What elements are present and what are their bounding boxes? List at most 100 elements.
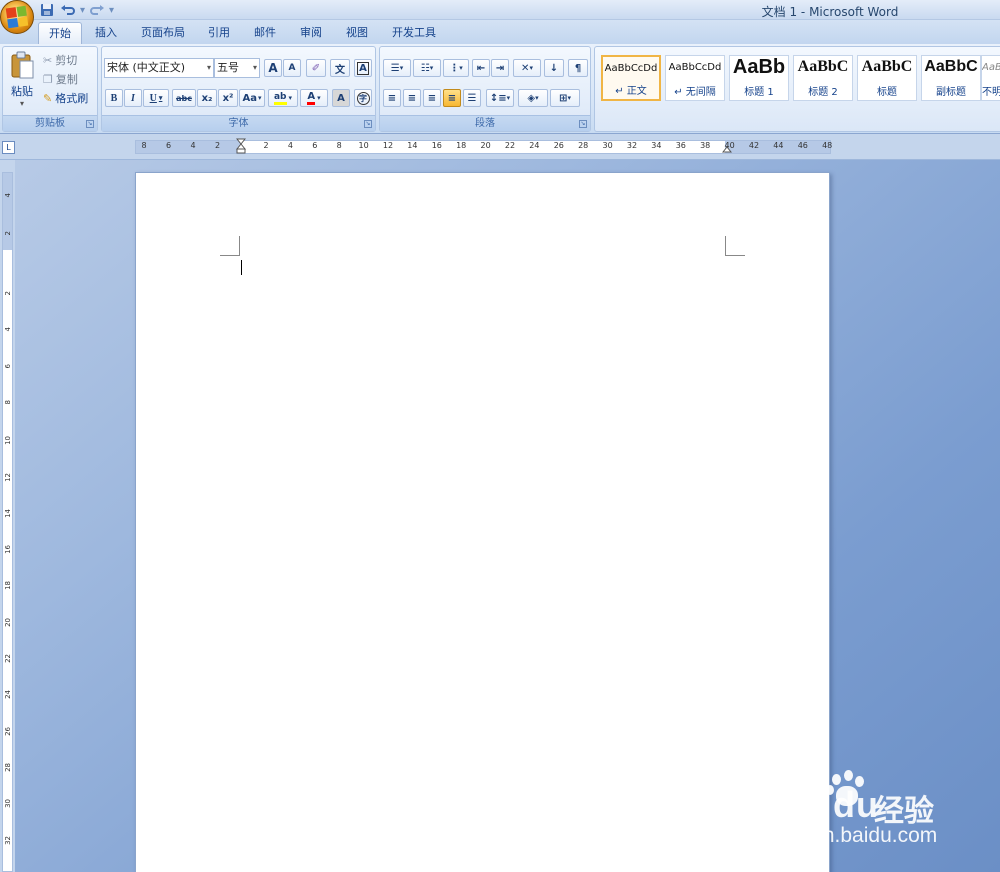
increase-indent-button[interactable]: ⇥ <box>491 59 509 77</box>
show-marks-button[interactable]: ¶ <box>568 59 588 77</box>
ruler-number: 14 <box>4 508 12 518</box>
tab-developer[interactable]: 开发工具 <box>386 22 442 44</box>
character-shading-button[interactable]: A <box>332 89 350 107</box>
distributed-icon: ☰ <box>467 92 477 104</box>
tab-home[interactable]: 开始 <box>38 22 82 44</box>
numbering-button[interactable]: ☷ ▾ <box>413 59 441 77</box>
clear-format-button[interactable]: ✐ <box>306 59 326 77</box>
ruler-number: 28 <box>578 141 589 150</box>
font-size-select[interactable]: 五号 ▾ <box>214 58 260 78</box>
character-border-icon: A <box>357 61 369 75</box>
shading-button[interactable]: ◈ ▾ <box>518 89 548 107</box>
multilevel-list-icon: ⋮ <box>449 62 460 74</box>
justify-button[interactable]: ≡ <box>443 89 461 107</box>
ruler-number: 38 <box>700 141 711 150</box>
font-group-label: 字体 <box>102 115 375 131</box>
clipboard-dialog-launcher-icon[interactable]: ↘ <box>86 120 94 128</box>
borders-button[interactable]: ⊞ ▾ <box>550 89 580 107</box>
grow-font-button[interactable]: A <box>264 59 282 77</box>
ruler-number: 18 <box>4 581 12 591</box>
document-page[interactable] <box>135 172 830 872</box>
watermark-url: jingyan.baidu.com <box>768 824 938 847</box>
tab-references[interactable]: 引用 <box>200 22 238 44</box>
indent-marker-icon[interactable] <box>236 138 246 154</box>
style-title[interactable]: AaBbC 标题 <box>857 55 917 101</box>
quick-access-toolbar: ▾ ▾ <box>38 1 114 19</box>
underline-button[interactable]: U ▾ <box>143 89 169 107</box>
format-painter-button[interactable]: ✎ 格式刷 <box>43 90 88 106</box>
style-heading-1[interactable]: AaBb 标题 1 <box>729 55 789 101</box>
chinese-layout-button[interactable]: ✕ ▾ <box>513 59 541 77</box>
multilevel-list-button[interactable]: ⋮ ▾ <box>443 59 469 77</box>
style-sample: AaBb <box>732 56 786 78</box>
undo-icon[interactable] <box>59 2 77 18</box>
strikethrough-button[interactable]: abc <box>172 89 196 107</box>
enclose-characters-button[interactable]: 字 <box>354 89 372 107</box>
distributed-button[interactable]: ☰ <box>463 89 481 107</box>
cut-button[interactable]: ✂ 剪切 <box>43 52 77 68</box>
document-workspace[interactable] <box>15 160 1000 872</box>
tab-insert[interactable]: 插入 <box>88 22 124 44</box>
grow-font-icon: A <box>268 61 278 75</box>
ruler-number: 16 <box>431 141 442 150</box>
shrink-font-icon: A <box>288 63 296 73</box>
horizontal-ruler[interactable]: 8642 2 4 6 8 10 12 14 16 18 20 22 24 26 28 30 32 34 36 38 4… <box>135 138 832 154</box>
shrink-font-button[interactable]: A <box>283 59 301 77</box>
phonetic-guide-button[interactable]: 文 <box>330 59 350 77</box>
style-normal[interactable]: AaBbCcDd ↵ 正文 <box>601 55 661 101</box>
tab-selector[interactable]: L <box>2 141 15 154</box>
style-no-spacing[interactable]: AaBbCcDd ↵ 无间隔 <box>665 55 725 101</box>
paragraph-group: ☰ ▾ ☷ ▾ ⋮ ▾ ⇤ ⇥ ✕ ▾ ↓ ¶ ≡ ≡ ≡ ≡ ☰ ↕≡ ▾ ◈ ▾ ⊞ ▾ … <box>379 46 591 132</box>
style-subtle-emphasis[interactable]: AaBb 不明 <box>981 55 1000 101</box>
font-color-button[interactable]: A ▾ <box>300 89 328 107</box>
text-cursor <box>241 260 242 275</box>
change-case-button[interactable]: Aa ▾ <box>239 89 265 107</box>
ruler-number: 12 <box>4 472 12 482</box>
tab-page-layout[interactable]: 页面布局 <box>134 22 192 44</box>
ruler-number: 16 <box>4 545 12 555</box>
right-indent-marker-icon[interactable] <box>722 143 732 153</box>
style-subtitle[interactable]: AaBbC 副标题 <box>921 55 981 101</box>
paragraph-dialog-launcher-icon[interactable]: ↘ <box>579 120 587 128</box>
ruler-number: 22 <box>504 141 516 150</box>
paste-button[interactable]: 粘贴 ▾ <box>7 51 37 113</box>
font-name-select[interactable]: 宋体 (中文正文) ▾ <box>104 58 214 78</box>
style-sample: AaBbC <box>924 58 978 75</box>
copy-button[interactable]: ❐ 复制 <box>43 71 78 87</box>
style-heading-2[interactable]: AaBbC 标题 2 <box>793 55 853 101</box>
redo-icon[interactable] <box>88 2 106 18</box>
vertical-ruler[interactable]: 4 2 2 4 6 8 10 12 14 16 18 20 22 24 26 28 30 32 <box>0 160 15 872</box>
bullets-button[interactable]: ☰ ▾ <box>383 59 411 77</box>
style-name: 标题 1 <box>744 87 774 98</box>
chevron-down-icon: ▾ <box>317 94 321 102</box>
customize-toolbar-icon[interactable]: ▾ <box>109 5 114 16</box>
ruler-number: 8 <box>336 141 342 150</box>
decrease-indent-button[interactable]: ⇤ <box>472 59 490 77</box>
bold-button[interactable]: B <box>105 89 123 107</box>
align-center-button[interactable]: ≡ <box>403 89 421 107</box>
paste-dropdown-icon[interactable]: ▾ <box>7 99 37 108</box>
sort-button[interactable]: ↓ <box>544 59 564 77</box>
chevron-down-icon: ▾ <box>567 94 571 102</box>
ruler-number: 2 <box>263 141 269 150</box>
character-border-button[interactable]: A <box>354 59 372 77</box>
subscript-button[interactable]: x₂ <box>197 89 217 107</box>
office-button[interactable] <box>0 0 34 34</box>
line-spacing-button[interactable]: ↕≡ ▾ <box>486 89 514 107</box>
ruler-number: 24 <box>4 690 12 700</box>
save-icon[interactable] <box>38 2 56 18</box>
ruler-number: 36 <box>675 141 686 150</box>
highlight-button[interactable]: ab ▾ <box>268 89 298 107</box>
numbering-icon: ☷ <box>420 62 430 74</box>
italic-button[interactable]: I <box>124 89 142 107</box>
undo-dropdown-icon[interactable]: ▾ <box>80 5 85 16</box>
tab-mailings[interactable]: 邮件 <box>246 22 284 44</box>
align-right-button[interactable]: ≡ <box>423 89 441 107</box>
tab-view[interactable]: 视图 <box>338 22 376 44</box>
font-dialog-launcher-icon[interactable]: ↘ <box>364 120 372 128</box>
superscript-button[interactable]: x² <box>218 89 238 107</box>
tab-review[interactable]: 审阅 <box>292 22 330 44</box>
align-left-button[interactable]: ≡ <box>383 89 401 107</box>
style-name: 不明 <box>982 87 1000 98</box>
underline-icon: U <box>149 92 157 104</box>
